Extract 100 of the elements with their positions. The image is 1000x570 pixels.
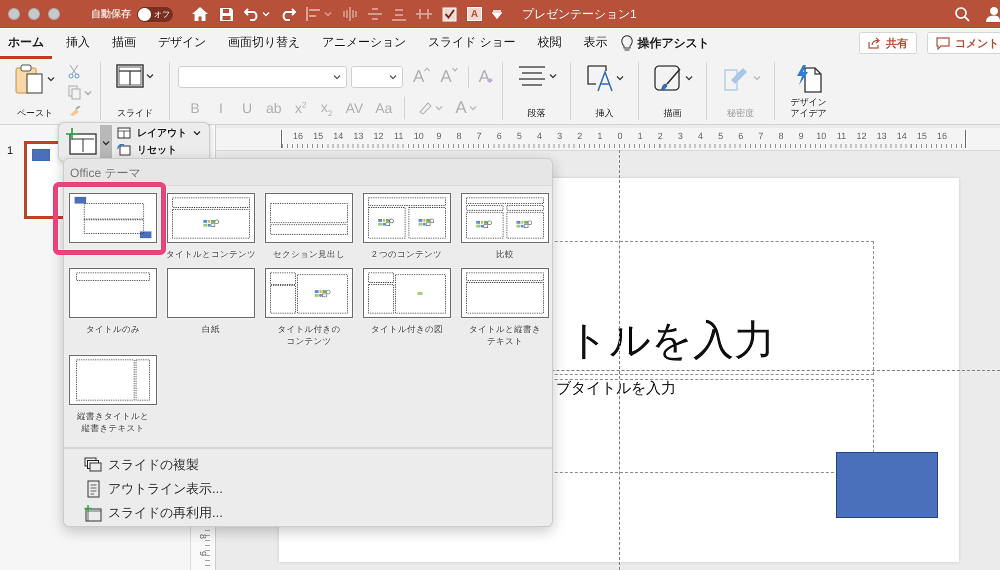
- layout-label: タイトルとコンテンツ: [166, 248, 256, 260]
- ruler-label: 2: [576, 130, 584, 143]
- layout-thumbnail[interactable]: [363, 193, 451, 243]
- share-icon: [868, 37, 881, 49]
- ruler-label: 11: [836, 130, 848, 143]
- ruler-label: 3: [676, 130, 684, 143]
- more-icon[interactable]: [492, 9, 502, 19]
- ruler-label: 7: [757, 130, 764, 143]
- duplicate-slide-icon: [84, 457, 102, 473]
- layout-thumbnail[interactable]: [69, 193, 157, 243]
- save-icon[interactable]: [219, 6, 234, 22]
- layout-thumbnail[interactable]: [69, 268, 157, 318]
- shape-text-icon[interactable]: [586, 64, 614, 92]
- ruler-label: 7: [476, 130, 483, 143]
- slide-layout-icon[interactable]: [116, 64, 144, 88]
- menu-item[interactable]: スライドの再利用...: [84, 503, 223, 523]
- undo-icon[interactable]: [244, 7, 260, 21]
- layout-thumbnail[interactable]: [167, 268, 255, 318]
- search-icon[interactable]: [955, 6, 970, 22]
- ruler-label: 4: [536, 130, 544, 143]
- layout-thumbnail[interactable]: [265, 193, 353, 243]
- ruler-label: 5: [717, 130, 724, 143]
- menu-item[interactable]: アウトライン表示...: [84, 479, 223, 499]
- comment-icon: [936, 36, 950, 50]
- window-control-button[interactable]: [8, 8, 20, 20]
- ribbon-tab[interactable]: 挿入: [58, 28, 98, 58]
- layout-thumbnail[interactable]: [461, 193, 549, 243]
- slide-title: トルを入力: [567, 320, 775, 361]
- caret-icon[interactable]: [47, 76, 55, 82]
- window-control-button[interactable]: [48, 8, 60, 20]
- ribbon-tab[interactable]: アニメーション: [314, 28, 414, 58]
- layout-label: 2 つのコンテンツ: [372, 248, 442, 260]
- layout-menu-button[interactable]: レイアウト: [117, 126, 201, 140]
- caret-icon[interactable]: [616, 75, 624, 81]
- ruler-label: 1: [636, 130, 644, 143]
- ruler-label: 9: [198, 551, 208, 556]
- ribbon-tab[interactable]: 描画: [104, 28, 144, 58]
- caret-icon[interactable]: [146, 73, 154, 79]
- text-box-button[interactable]: A: [467, 7, 482, 21]
- layout-thumbnail[interactable]: [363, 268, 451, 318]
- checkbox-icon[interactable]: [442, 6, 457, 22]
- ribbon-group-label[interactable]: 描画: [664, 108, 682, 118]
- ruler-label: 16: [936, 130, 948, 143]
- share-button[interactable]: 共有: [859, 32, 917, 54]
- caret-icon[interactable]: [684, 75, 692, 81]
- ribbon-tab[interactable]: 画面切り替え: [220, 28, 308, 58]
- menu-item[interactable]: スライドの複製: [84, 455, 223, 475]
- ruler-label: 1: [596, 130, 604, 143]
- ribbon-tab[interactable]: デザイン: [150, 28, 214, 58]
- autosave-toggle[interactable]: オフ: [137, 6, 173, 22]
- home-icon[interactable]: [191, 6, 209, 22]
- paste-label[interactable]: ペースト: [17, 108, 53, 118]
- layout-label: タイトル付きの: [278, 323, 340, 335]
- ribbon-group-label[interactable]: 段落: [528, 108, 546, 118]
- new-slide-menu-button[interactable]: [100, 125, 112, 161]
- autosave-label: 自動保存: [91, 8, 131, 21]
- tell-me-label[interactable]: 操作アシスト: [637, 34, 710, 52]
- ruler-label: 0: [616, 130, 624, 143]
- paste-icon[interactable]: [15, 64, 45, 94]
- ruler-label: 13: [352, 130, 364, 143]
- new-slide-label[interactable]: スライド: [117, 108, 153, 118]
- ruler-label: 10: [815, 130, 828, 143]
- layout-label: タイトルのみ: [86, 323, 140, 335]
- window-control-button[interactable]: [28, 8, 40, 20]
- ruler-label: 15: [312, 130, 324, 143]
- ruler-label: 16: [292, 130, 304, 143]
- ribbon-tab[interactable]: ホーム: [0, 28, 52, 58]
- reset-button[interactable]: リセット: [117, 143, 201, 157]
- ruler-label: 15: [916, 130, 928, 143]
- designer-icon[interactable]: [794, 64, 822, 94]
- ruler-label: 5: [516, 130, 523, 143]
- ruler-label: 11: [393, 130, 404, 143]
- ribbon-tab[interactable]: 校閲: [529, 28, 570, 58]
- ruler-label: 8: [198, 534, 208, 539]
- ruler-label: 2: [656, 130, 664, 143]
- ribbon-group-label[interactable]: 挿入: [596, 108, 614, 118]
- slide-number: 1: [7, 145, 14, 157]
- ribbon-tab[interactable]: スライド ショー: [420, 28, 524, 58]
- ribbon-tab[interactable]: 表示: [575, 28, 616, 58]
- comment-button[interactable]: コメント: [927, 32, 1000, 54]
- ruler-label: 9: [798, 130, 805, 143]
- layout-thumbnail[interactable]: [461, 268, 549, 318]
- ribbon-group-label[interactable]: アイデア: [790, 108, 826, 118]
- redo-icon[interactable]: [280, 7, 296, 21]
- layout-thumbnail[interactable]: [167, 193, 255, 243]
- account-icon[interactable]: [986, 6, 1000, 22]
- caret-icon: [452, 67, 458, 72]
- gallery-header: Office テーマ: [70, 165, 140, 182]
- lightbulb-icon[interactable]: [621, 34, 634, 52]
- paragraph-icon[interactable]: [516, 64, 546, 88]
- ruler-label: 13: [876, 130, 888, 143]
- scissors-icon[interactable]: [68, 64, 80, 79]
- layout-label: タイトルと縦書き: [469, 323, 541, 335]
- brush-icon[interactable]: [652, 64, 682, 92]
- layout-thumbnail[interactable]: [69, 355, 157, 405]
- caret-icon[interactable]: [548, 73, 556, 79]
- layout-thumbnail[interactable]: [265, 268, 353, 318]
- ruler-label: 12: [856, 130, 868, 143]
- ribbon-group-label[interactable]: デザイン: [790, 97, 826, 108]
- layout-label: テキスト: [487, 335, 523, 347]
